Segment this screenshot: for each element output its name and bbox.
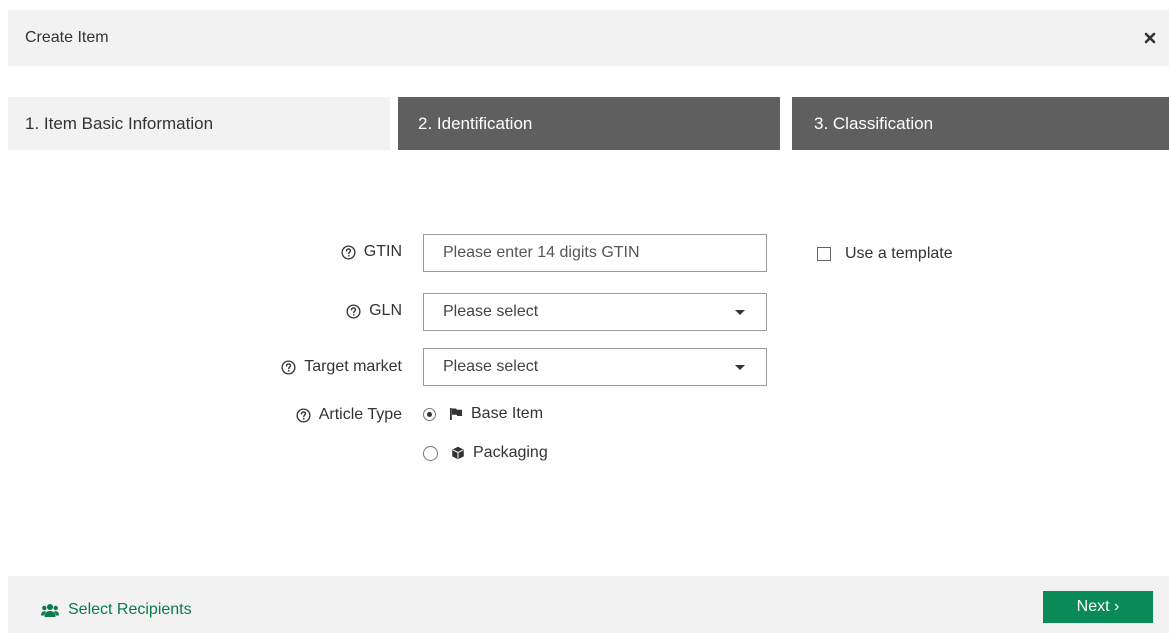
select-recipients-link[interactable]: Select Recipients: [41, 601, 192, 619]
article-type-label: Article Type: [296, 406, 402, 424]
users-icon: [41, 603, 59, 617]
flag-icon: [450, 408, 462, 420]
dialog-footer: Select Recipients Next ›: [8, 576, 1169, 633]
gln-label: GLN: [346, 302, 402, 320]
gln-select[interactable]: Please select: [423, 293, 767, 331]
tab-identification[interactable]: 2. Identification: [398, 97, 780, 150]
article-type-base-item-option[interactable]: Base Item: [423, 405, 543, 423]
help-icon[interactable]: [281, 359, 296, 375]
tab-item-basic-information[interactable]: 1. Item Basic Information: [8, 97, 390, 150]
caret-down-icon: [735, 365, 745, 370]
checkbox-icon[interactable]: [817, 247, 831, 261]
use-template-checkbox[interactable]: Use a template: [817, 245, 953, 263]
gln-label-text: GLN: [369, 302, 402, 319]
target-market-label-text: Target market: [304, 358, 402, 375]
gln-select-value: Please select: [443, 303, 539, 320]
base-item-label: Base Item: [471, 405, 544, 422]
help-icon[interactable]: [341, 244, 356, 260]
packaging-label: Packaging: [473, 444, 548, 461]
gtin-label: GTIN: [341, 243, 402, 261]
select-recipients-label: Select Recipients: [68, 601, 192, 618]
use-template-label: Use a template: [845, 245, 953, 262]
article-type-label-text: Article Type: [318, 406, 402, 423]
gtin-label-text: GTIN: [363, 243, 402, 260]
help-icon[interactable]: [296, 407, 311, 423]
caret-down-icon: [735, 310, 745, 315]
create-item-dialog: Create Item 1. Item Basic Information 2.…: [0, 0, 1169, 633]
box-icon: [452, 446, 464, 460]
dialog-title: Create Item: [25, 29, 109, 46]
gtin-input[interactable]: [423, 234, 767, 272]
help-icon[interactable]: [346, 303, 361, 319]
radio-base-item[interactable]: [423, 407, 436, 421]
radio-packaging[interactable]: [423, 445, 438, 461]
tab-classification[interactable]: 3. Classification: [792, 97, 1169, 150]
target-market-select-value: Please select: [443, 358, 539, 375]
target-market-label: Target market: [281, 358, 402, 376]
next-button[interactable]: Next ›: [1043, 591, 1153, 623]
article-type-packaging-option[interactable]: Packaging: [423, 444, 548, 462]
close-icon[interactable]: [1142, 30, 1158, 46]
dialog-header: Create Item: [8, 10, 1169, 66]
target-market-select[interactable]: Please select: [423, 348, 767, 386]
